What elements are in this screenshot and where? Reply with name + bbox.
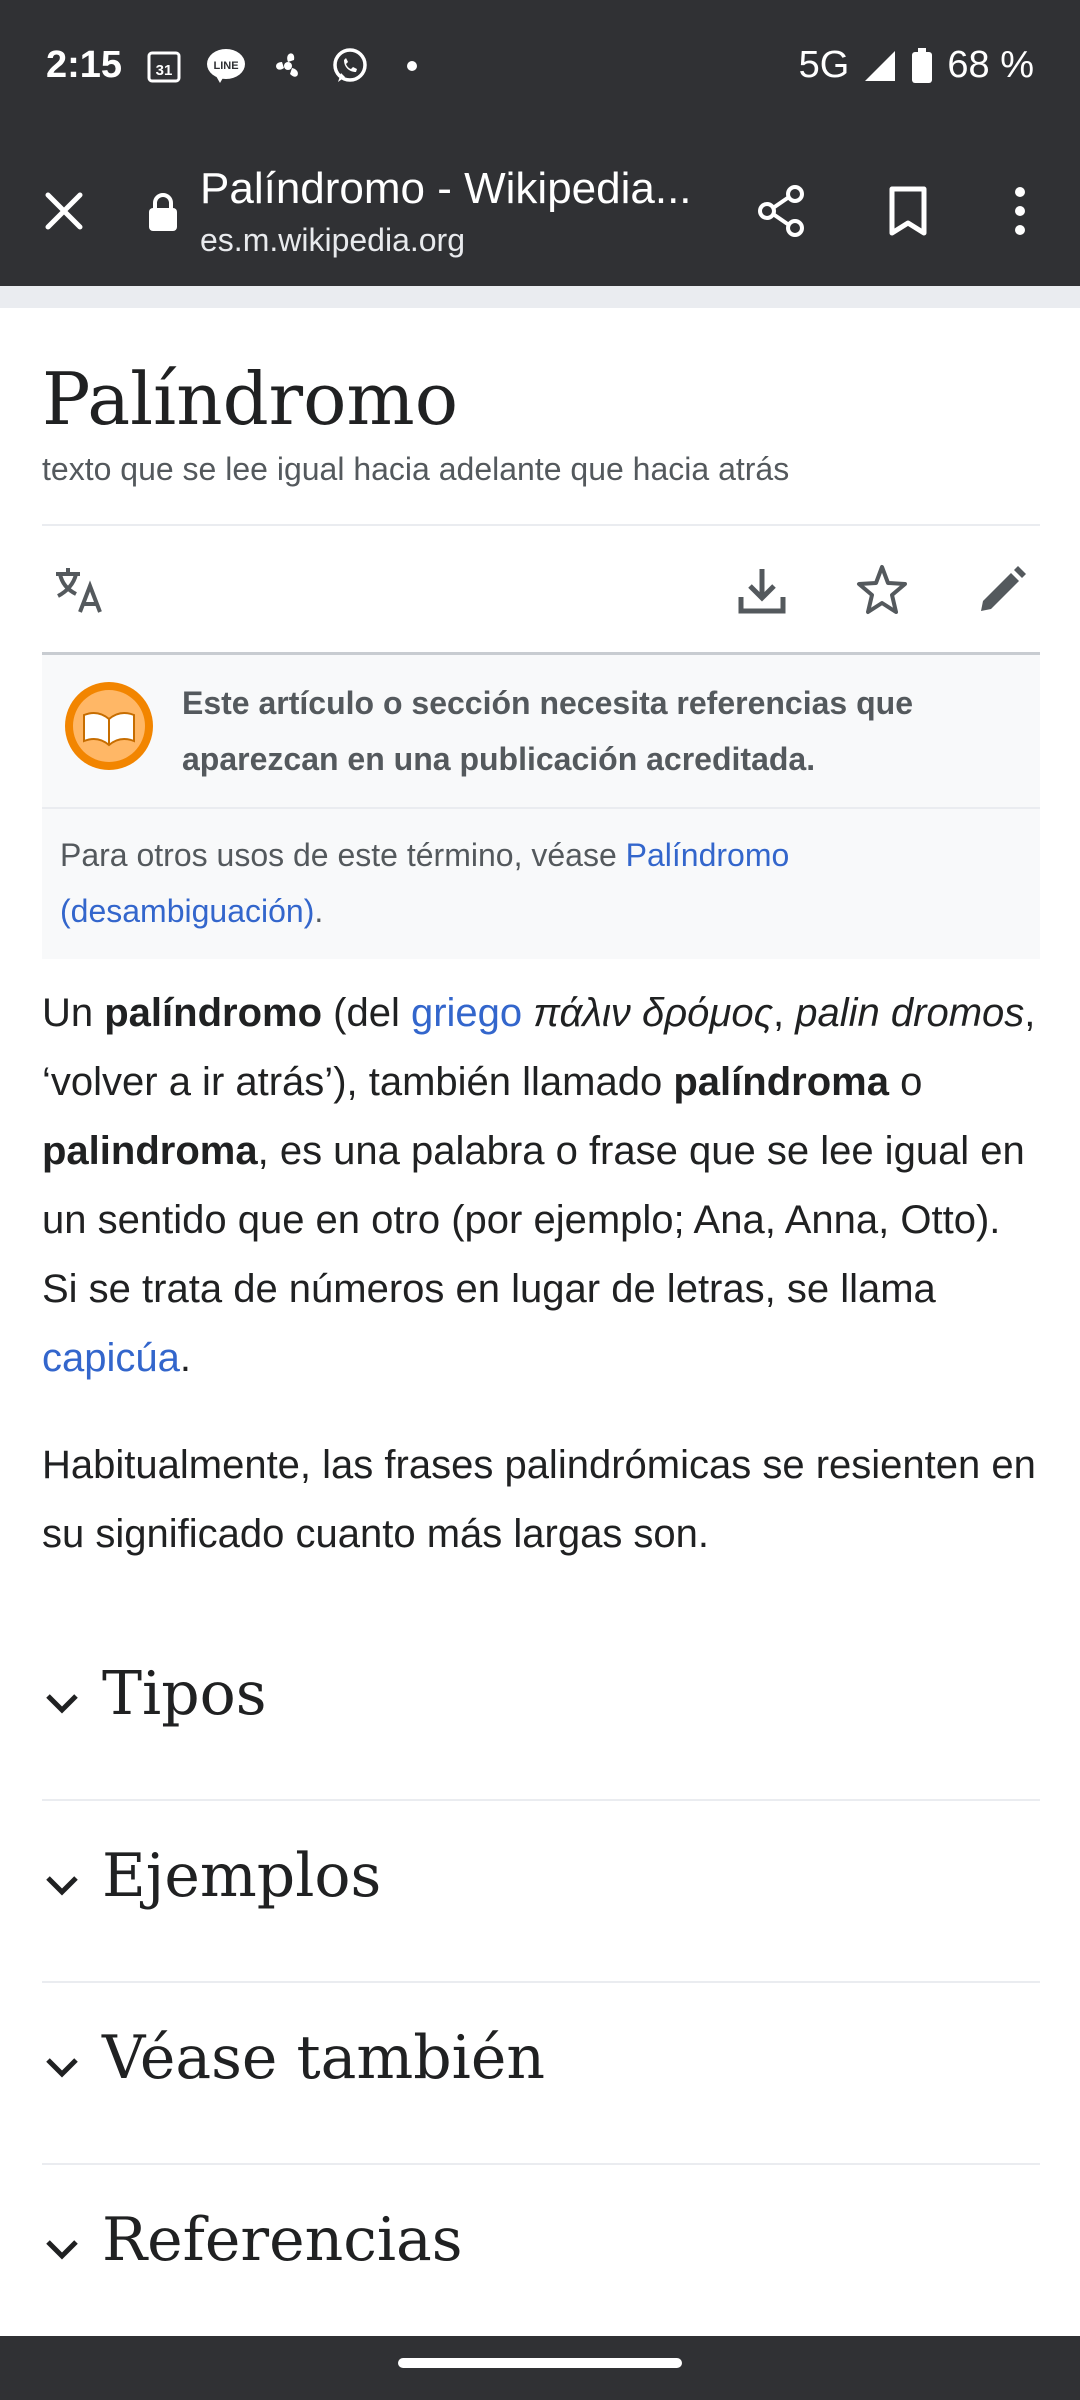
section-referencias[interactable]: Referencias: [42, 2165, 1040, 2347]
signal-icon: [865, 50, 896, 81]
bookmark-button[interactable]: [876, 179, 940, 243]
section-title: Véase también: [102, 2022, 545, 2093]
more-vert-icon: [1015, 187, 1025, 235]
translate-icon: [56, 567, 102, 613]
download-button[interactable]: [730, 558, 794, 622]
line-label: LINE: [213, 60, 238, 72]
transliteration: palin dromos: [795, 990, 1025, 1035]
watch-star-button[interactable]: [850, 558, 914, 622]
article-content: Palíndromo texto que se lee igual hacia …: [42, 308, 1040, 2347]
references-notice: Este artículo o sección necesita referen…: [42, 655, 1040, 809]
book-warning-icon: [65, 681, 153, 770]
toolbar-divider: [0, 286, 1080, 308]
url-text[interactable]: es.m.wikipedia.org: [200, 222, 465, 259]
chevron-down-icon: [46, 1876, 78, 1896]
bold-term: palindroma: [42, 1128, 258, 1173]
language-button[interactable]: [48, 558, 112, 622]
chevron-down-icon: [46, 2240, 78, 2260]
share-button[interactable]: [750, 179, 814, 243]
text-run: ,: [773, 990, 796, 1035]
section-title: Ejemplos: [102, 1840, 382, 1911]
link-capicua[interactable]: capicúa: [42, 1336, 180, 1380]
page-tab-title[interactable]: Palíndromo - Wikipedia...: [200, 164, 700, 214]
page-title: Palíndromo: [42, 357, 459, 441]
calendar-icon: 31: [144, 46, 184, 86]
intro-paragraph: Un palíndromo (del griego πάλιν δρόμος, …: [42, 979, 1040, 1393]
more-options-button[interactable]: [988, 179, 1052, 243]
text-run: [522, 991, 533, 1035]
close-icon: [45, 192, 83, 230]
ambox-notice: Este artículo o sección necesita referen…: [42, 651, 1040, 959]
star-icon: [857, 564, 907, 614]
battery-level: 68 %: [947, 44, 1034, 86]
browser-toolbar: Palíndromo - Wikipedia... es.m.wikipedia…: [0, 136, 1080, 286]
line-icon: LINE: [206, 46, 246, 86]
calendar-day: 31: [156, 62, 173, 79]
hatnote-text: Para otros usos de este término, véase: [60, 836, 626, 873]
notice-text: Este artículo o sección necesita referen…: [182, 684, 913, 777]
second-paragraph: Habitualmente, las frases palindrómicas …: [42, 1442, 1036, 1556]
system-status: 5G 68 %: [799, 44, 1034, 87]
close-tab-button[interactable]: [32, 179, 96, 243]
section-ejemplos[interactable]: Ejemplos: [42, 1801, 1040, 1983]
status-bar: 2:15 31 LINE 5G 68 %: [0, 0, 1080, 136]
page-actions-bar: [42, 526, 1040, 652]
disambiguation-hatnote: Para otros usos de este término, véase P…: [42, 809, 1040, 959]
download-icon: [738, 568, 786, 614]
system-navigation-bar: [0, 2336, 1080, 2400]
chevron-down-icon: [46, 1694, 78, 1714]
greek-term: πάλιν δρόμος: [533, 990, 774, 1035]
section-title: Tipos: [102, 1658, 267, 1729]
fan-icon: [268, 46, 308, 86]
bold-term: palíndromo: [104, 990, 323, 1035]
bold-term: palíndroma: [673, 1059, 889, 1104]
link-griego[interactable]: griego: [411, 991, 522, 1035]
text-run: o: [888, 1059, 923, 1104]
lock-icon: [149, 193, 177, 231]
network-label: 5G: [798, 44, 850, 86]
page-description: texto que se lee igual hacia adelante qu…: [42, 450, 790, 487]
chevron-down-icon: [46, 2058, 78, 2078]
battery-icon: [912, 47, 933, 83]
text-run: Un: [42, 990, 105, 1035]
notification-icons: 31 LINE: [144, 46, 432, 86]
whatsapp-icon: [330, 46, 370, 86]
text-run: (del: [322, 990, 411, 1035]
section-vease-tambien[interactable]: Véase también: [42, 1983, 1040, 2165]
section-title: Referencias: [102, 2204, 463, 2275]
collapsed-sections: Tipos Ejemplos Véase también Referencias: [42, 1619, 1040, 2347]
home-gesture-handle[interactable]: [398, 2358, 682, 2368]
section-tipos[interactable]: Tipos: [42, 1619, 1040, 1801]
edit-button[interactable]: [970, 558, 1034, 622]
text-run: .: [179, 1335, 191, 1380]
status-time: 2:15: [46, 44, 123, 86]
hatnote-punct: .: [314, 892, 324, 929]
share-icon: [758, 185, 804, 237]
bookmark-icon: [889, 186, 927, 236]
pencil-icon: [981, 565, 1026, 611]
dot-icon: [392, 46, 432, 86]
